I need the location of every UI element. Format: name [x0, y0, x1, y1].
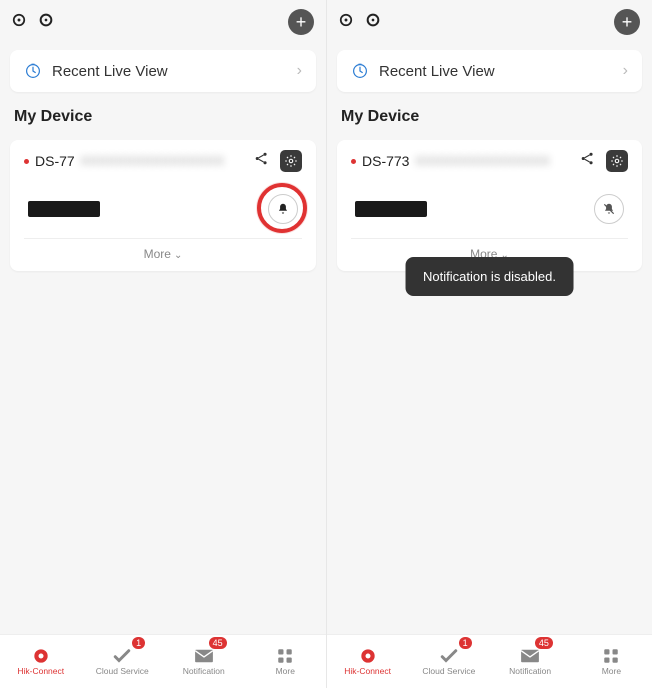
device-thumbnail[interactable] — [355, 201, 427, 217]
nav-notification[interactable]: 45 Notification — [163, 635, 245, 688]
badge: 45 — [209, 637, 227, 649]
topbar: + — [0, 0, 326, 44]
badge: 1 — [132, 637, 145, 649]
nav-label: More — [602, 666, 621, 676]
bottom-nav: Hik-Connect 1 Cloud Service 45 Notificat… — [327, 634, 652, 688]
camera-icon[interactable] — [339, 13, 353, 32]
device-name: DS-77 — [35, 153, 75, 169]
nav-more[interactable]: More — [571, 635, 652, 688]
chevron-right-icon: › — [623, 62, 628, 80]
recent-label: Recent Live View — [52, 63, 287, 80]
topbar: + — [327, 0, 652, 44]
badge: 45 — [535, 637, 553, 649]
grid-icon — [600, 647, 622, 665]
topbar-left — [339, 12, 381, 33]
clock-icon — [351, 62, 369, 80]
toast-message: Notification is disabled. — [405, 257, 574, 296]
device-header: DS-773 XXXXXXXXXXXXXXX — [351, 150, 628, 172]
device-serial-blurred: XXXXXXXXXXXXXXX — [415, 154, 573, 168]
more-row[interactable]: More⌄ — [24, 238, 302, 271]
add-button[interactable]: + — [288, 9, 314, 35]
nav-cloud-service[interactable]: 1 Cloud Service — [82, 635, 164, 688]
nav-more[interactable]: More — [245, 635, 327, 688]
notification-toggle-button[interactable] — [268, 194, 298, 224]
topbar-left — [12, 12, 54, 33]
nav-label: Notification — [509, 666, 551, 676]
device-name: DS-773 — [362, 153, 409, 169]
check-icon — [438, 647, 460, 665]
scan-icon[interactable] — [365, 12, 381, 33]
badge: 1 — [459, 637, 472, 649]
nav-cloud-service[interactable]: 1 Cloud Service — [408, 635, 489, 688]
plus-icon: + — [296, 13, 307, 31]
share-icon[interactable] — [253, 150, 270, 172]
camera-icon[interactable] — [12, 13, 26, 32]
envelope-icon — [193, 647, 215, 665]
envelope-icon — [519, 647, 541, 665]
status-dot-icon — [351, 159, 356, 164]
section-title: My Device — [327, 98, 652, 134]
plus-icon: + — [622, 13, 633, 31]
recent-live-view-row[interactable]: Recent Live View › — [337, 50, 642, 92]
nav-label: Hik-Connect — [17, 666, 64, 676]
settings-button[interactable] — [280, 150, 302, 172]
notification-toggle-button[interactable] — [594, 194, 624, 224]
nav-hik-connect[interactable]: Hik-Connect — [0, 635, 82, 688]
device-body — [24, 172, 302, 238]
highlight-ring — [257, 183, 307, 233]
nav-label: Cloud Service — [96, 666, 149, 676]
add-button[interactable]: + — [614, 9, 640, 35]
device-header: DS-77 XXXXXXXXXXXXXXXX — [24, 150, 302, 172]
pane-left: + Recent Live View › My Device DS-77 XXX… — [0, 0, 326, 688]
device-thumbnail[interactable] — [28, 201, 100, 217]
device-body — [351, 172, 628, 238]
clock-icon — [24, 62, 42, 80]
nav-label: Hik-Connect — [344, 666, 391, 676]
nav-label: Notification — [183, 666, 225, 676]
device-card: DS-773 XXXXXXXXXXXXXXX More⌄ — [337, 140, 642, 271]
share-icon[interactable] — [579, 150, 596, 172]
device-card: DS-77 XXXXXXXXXXXXXXXX — [10, 140, 316, 271]
scan-icon[interactable] — [38, 12, 54, 33]
settings-button[interactable] — [606, 150, 628, 172]
pane-right: + Recent Live View › My Device DS-773 XX… — [326, 0, 652, 688]
nav-label: Cloud Service — [422, 666, 475, 676]
nav-hik-connect[interactable]: Hik-Connect — [327, 635, 408, 688]
nav-notification[interactable]: 45 Notification — [490, 635, 571, 688]
target-icon — [357, 647, 379, 665]
chevron-down-icon: ⌄ — [174, 250, 182, 261]
nav-label: More — [276, 666, 295, 676]
dual-screenshot: + Recent Live View › My Device DS-77 XXX… — [0, 0, 652, 688]
target-icon — [30, 647, 52, 665]
recent-live-view-row[interactable]: Recent Live View › — [10, 50, 316, 92]
recent-label: Recent Live View — [379, 63, 613, 80]
device-actions — [253, 150, 302, 172]
more-row[interactable]: More⌄ Notification is disabled. — [351, 238, 628, 271]
spacer — [0, 277, 326, 634]
spacer — [327, 277, 652, 634]
bell-off-icon — [602, 202, 616, 216]
check-icon — [111, 647, 133, 665]
more-label: More — [144, 247, 171, 261]
bottom-nav: Hik-Connect 1 Cloud Service 45 Notificat… — [0, 634, 326, 688]
chevron-right-icon: › — [297, 62, 302, 80]
device-actions — [579, 150, 628, 172]
grid-icon — [274, 647, 296, 665]
device-serial-blurred: XXXXXXXXXXXXXXXX — [81, 154, 247, 168]
section-title: My Device — [0, 98, 326, 134]
status-dot-icon — [24, 159, 29, 164]
